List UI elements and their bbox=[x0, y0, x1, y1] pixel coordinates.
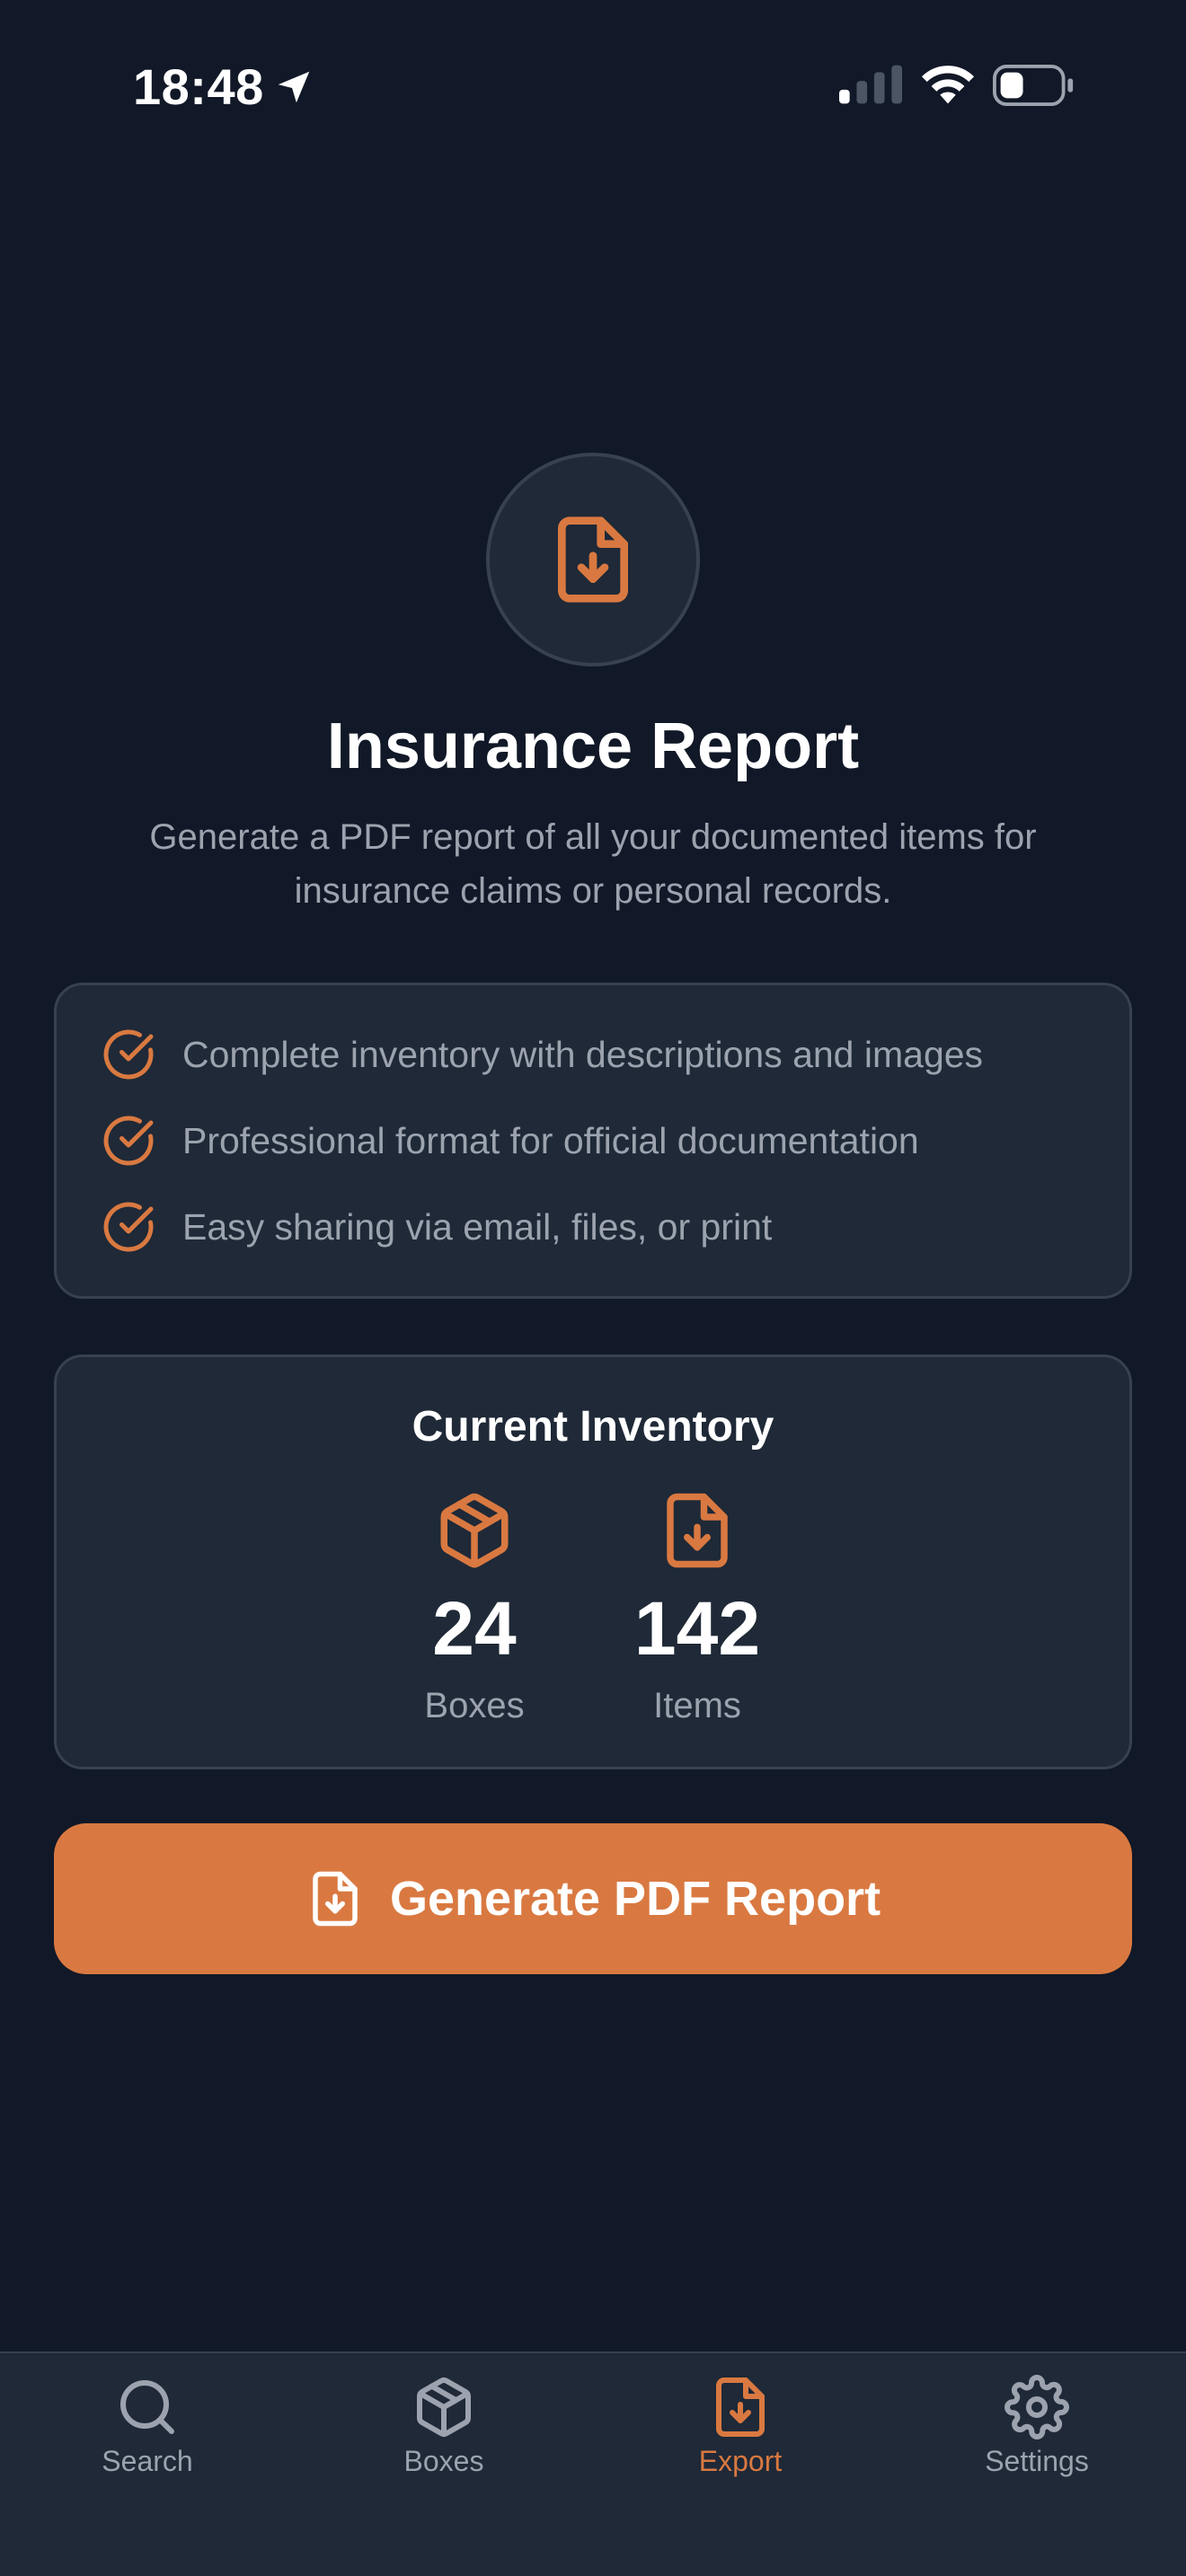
box-icon bbox=[440, 1493, 509, 1568]
tab-label: Settings bbox=[985, 2445, 1089, 2477]
file-download-icon bbox=[716, 2378, 765, 2437]
cellular-signal-icon bbox=[839, 65, 902, 104]
generate-pdf-button[interactable]: Generate PDF Report bbox=[54, 1823, 1132, 1974]
tab-label: Export bbox=[698, 2445, 783, 2477]
stat-items: 142 Items bbox=[589, 1490, 805, 1726]
features-card: Complete inventory with descriptions and… bbox=[54, 983, 1132, 1299]
check-circle-icon bbox=[103, 1029, 154, 1080]
stat-value: 142 bbox=[633, 1586, 761, 1671]
box-icon bbox=[417, 2378, 471, 2438]
generate-pdf-label: Generate PDF Report bbox=[389, 1872, 881, 1926]
wifi-icon bbox=[921, 66, 975, 104]
feature-item: Easy sharing via email, files, or print bbox=[102, 1195, 772, 1258]
check-circle-icon bbox=[103, 1202, 154, 1252]
location-arrow-icon bbox=[278, 71, 310, 103]
report-hero-badge bbox=[486, 453, 700, 666]
tab-label: Search bbox=[102, 2445, 193, 2477]
tab-export[interactable]: Export bbox=[642, 2375, 839, 2478]
status-time: 18:48 bbox=[133, 58, 264, 115]
tab-settings[interactable]: Settings bbox=[938, 2375, 1136, 2478]
feature-text: Professional format for official documen… bbox=[182, 1119, 919, 1161]
tab-bar: Search Boxes Export Settings bbox=[0, 2351, 1186, 2576]
feature-item: Complete inventory with descriptions and… bbox=[102, 1023, 983, 1086]
feature-text: Easy sharing via email, files, or print bbox=[182, 1205, 773, 1248]
stat-value: 24 bbox=[432, 1586, 517, 1671]
stat-label: Boxes bbox=[424, 1686, 525, 1725]
stat-label: Items bbox=[653, 1686, 741, 1725]
tab-boxes[interactable]: Boxes bbox=[345, 2375, 543, 2478]
stat-boxes: 24 Boxes bbox=[367, 1490, 582, 1726]
file-download-icon bbox=[313, 1871, 358, 1927]
page-title: Insurance Report bbox=[326, 710, 860, 782]
file-download-icon bbox=[558, 516, 628, 603]
tab-label: Boxes bbox=[403, 2445, 484, 2477]
gear-icon bbox=[1005, 2375, 1069, 2439]
inventory-card: Current Inventory 24 Boxes 142 Items bbox=[54, 1354, 1132, 1769]
tab-search[interactable]: Search bbox=[49, 2375, 246, 2478]
inventory-title: Current Inventory bbox=[412, 1403, 774, 1451]
feature-item: Professional format for official documen… bbox=[102, 1109, 919, 1172]
battery-icon bbox=[993, 65, 1074, 106]
check-circle-icon bbox=[103, 1116, 154, 1166]
file-download-icon bbox=[667, 1493, 728, 1568]
feature-text: Complete inventory with descriptions and… bbox=[182, 1033, 984, 1075]
search-icon bbox=[120, 2380, 174, 2434]
status-bar: 18:48 bbox=[0, 0, 1186, 171]
page-subtitle: Generate a PDF report of all your docume… bbox=[149, 817, 1037, 911]
